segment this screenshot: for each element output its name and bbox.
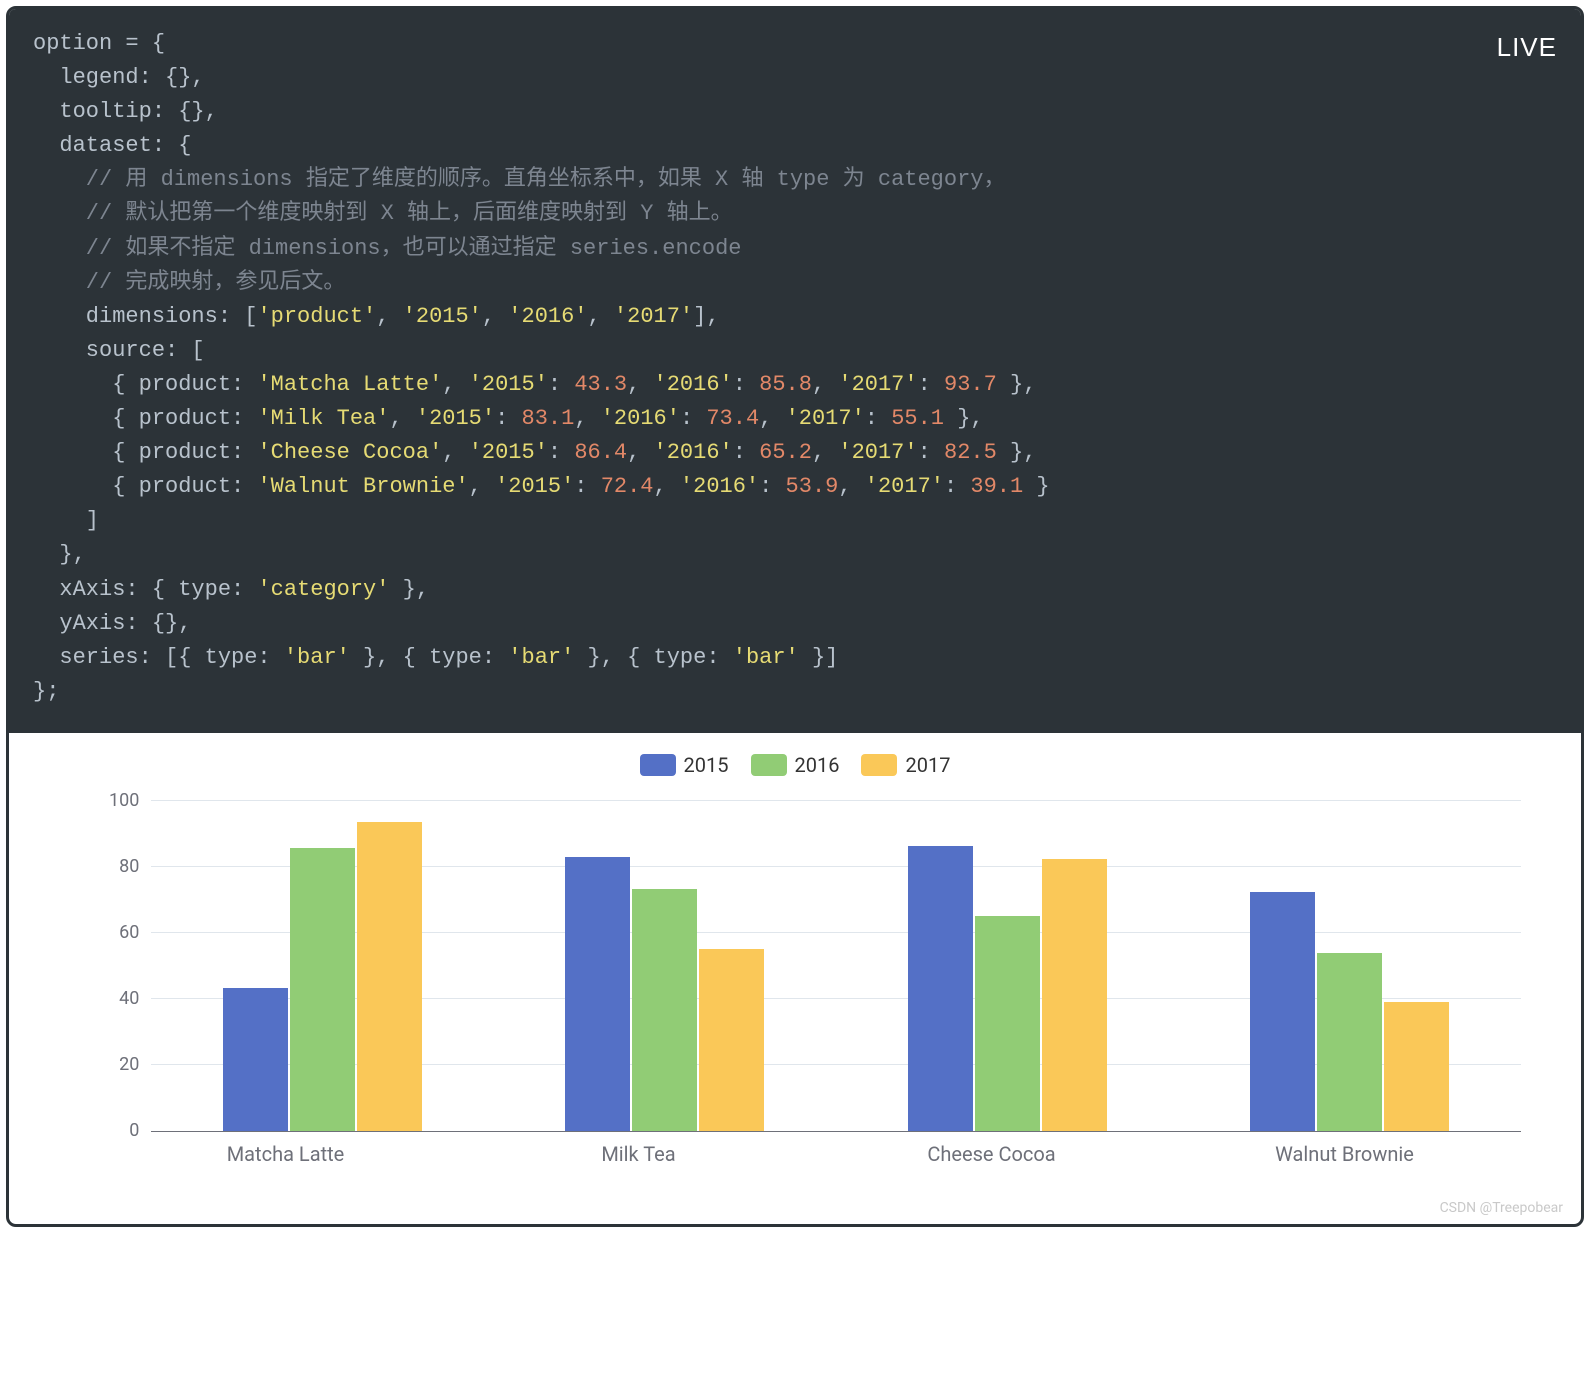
chart-legend: 2015 2016 2017 — [9, 753, 1581, 777]
legend-item-2015[interactable]: 2015 — [640, 753, 729, 777]
legend-item-2017[interactable]: 2017 — [861, 753, 950, 777]
watermark: CSDN @Treepobear — [9, 1196, 1581, 1224]
legend-swatch — [861, 754, 897, 776]
legend-label: 2017 — [905, 753, 950, 777]
bar[interactable] — [1317, 953, 1382, 1131]
bar[interactable] — [223, 988, 288, 1131]
bar[interactable] — [975, 916, 1040, 1131]
bar[interactable] — [1384, 1002, 1449, 1131]
bar[interactable] — [632, 889, 697, 1131]
bar-group — [1179, 801, 1521, 1131]
bar[interactable] — [908, 846, 973, 1131]
bar[interactable] — [357, 822, 422, 1131]
bar-group — [494, 801, 836, 1131]
legend-swatch — [640, 754, 676, 776]
legend-item-2016[interactable]: 2016 — [751, 753, 840, 777]
code-editor[interactable]: LIVEoption = { legend: {}, tooltip: {}, … — [9, 9, 1581, 733]
bar[interactable] — [1250, 892, 1315, 1131]
legend-label: 2015 — [684, 753, 729, 777]
bar-group — [836, 801, 1178, 1131]
legend-swatch — [751, 754, 787, 776]
bar[interactable] — [699, 949, 764, 1131]
y-axis: 100 80 60 40 20 0 — [109, 801, 151, 1131]
bar[interactable] — [1042, 859, 1107, 1131]
chart-preview: 2015 2016 2017 100 80 60 40 20 0 — [9, 733, 1581, 1196]
bar[interactable] — [290, 848, 355, 1131]
x-tick: Walnut Brownie — [1168, 1142, 1521, 1166]
editor-chart-frame: LIVEoption = { legend: {}, tooltip: {}, … — [6, 6, 1584, 1227]
x-axis: Matcha Latte Milk Tea Cheese Cocoa Walnu… — [9, 1142, 1581, 1166]
live-badge: LIVE — [1497, 27, 1557, 67]
bar-group — [151, 801, 493, 1131]
x-tick: Cheese Cocoa — [815, 1142, 1168, 1166]
x-tick: Milk Tea — [462, 1142, 815, 1166]
x-tick: Matcha Latte — [109, 1142, 462, 1166]
legend-label: 2016 — [795, 753, 840, 777]
bar[interactable] — [565, 857, 630, 1131]
plot-area[interactable] — [151, 801, 1521, 1132]
